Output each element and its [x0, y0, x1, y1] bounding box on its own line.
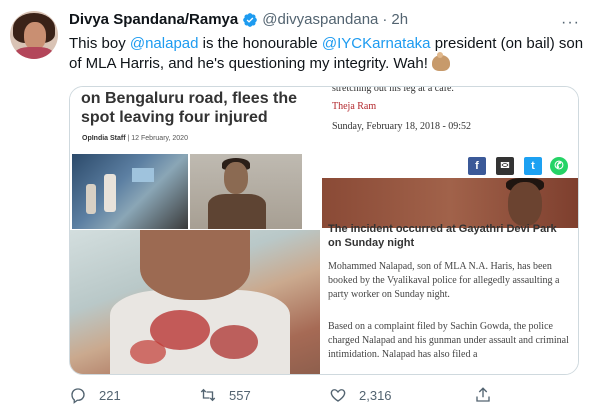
tweet[interactable]: Divya Spandana/Ramya @divyaspandana · 2h…: [0, 0, 600, 419]
separator-dot: ·: [382, 11, 388, 28]
article-paragraph: Mohammed Nalapad, son of MLA N.A. Haris,…: [328, 261, 560, 300]
tweet-media-image[interactable]: on Bengaluru road, flees the spot leavin…: [69, 86, 579, 375]
clapping-hands-emoji-icon: [431, 52, 450, 71]
clip-byline: OpIndia Staff | 12 February, 2020: [82, 135, 188, 142]
news-clip-opindia: on Bengaluru road, flees the spot leavin…: [70, 87, 320, 237]
retweet-count: 557: [229, 387, 251, 403]
clip-date: Sunday, February 18, 2018 - 09:52: [332, 121, 472, 132]
email-share-icon: ✉: [496, 157, 514, 175]
more-options-icon[interactable]: ···: [561, 14, 580, 32]
tweet-actions: 221 557 2,316: [69, 382, 529, 408]
author-handle[interactable]: @divyaspandana: [262, 11, 378, 28]
share-button[interactable]: [474, 382, 504, 408]
heart-icon: [330, 389, 346, 402]
article-photo: [322, 178, 578, 228]
avatar[interactable]: [10, 11, 58, 59]
tweet-timestamp[interactable]: 2h: [391, 11, 408, 28]
like-count: 2,316: [359, 387, 392, 403]
clip-cut-line: stretching out his leg at a cafe.: [332, 86, 454, 94]
whatsapp-share-icon: ✆: [550, 157, 568, 175]
article-subheading: The incident occurred at Gayathri Devi P…: [328, 223, 557, 249]
facebook-share-icon: f: [468, 157, 486, 175]
mention-iyckarnataka[interactable]: @IYCKarnataka: [322, 35, 431, 52]
news-clip-header: stretching out his leg at a cafe. Theja …: [322, 87, 578, 178]
injured-person-photo: [70, 230, 320, 374]
clip-headline: on Bengaluru road, flees the spot leavin…: [81, 90, 298, 126]
tweet-header: Divya Spandana/Ramya @divyaspandana · 2h: [69, 11, 408, 28]
share-icon: [476, 387, 490, 402]
verified-badge-icon: [243, 12, 258, 27]
twitter-share-icon: t: [524, 157, 542, 175]
clip-author: Theja Ram: [332, 101, 377, 112]
news-clip-article: The incident occurred at Gayathri Devi P…: [322, 178, 578, 374]
like-button[interactable]: 2,316: [329, 382, 392, 408]
portrait-photo: [190, 154, 302, 229]
mention-nalapad[interactable]: @nalapad: [130, 35, 199, 52]
retweet-button[interactable]: 557: [199, 382, 251, 408]
retweet-icon: [200, 388, 216, 402]
tweet-text: This boy @nalapad is the honourable @IYC…: [69, 35, 584, 72]
event-photo: [72, 154, 188, 229]
reply-icon: [71, 388, 85, 404]
reply-button[interactable]: 221: [69, 382, 121, 408]
author-name[interactable]: Divya Spandana/Ramya: [69, 11, 238, 28]
reply-count: 221: [99, 387, 121, 403]
article-paragraph: Based on a complaint filed by Sachin Gow…: [328, 321, 569, 360]
